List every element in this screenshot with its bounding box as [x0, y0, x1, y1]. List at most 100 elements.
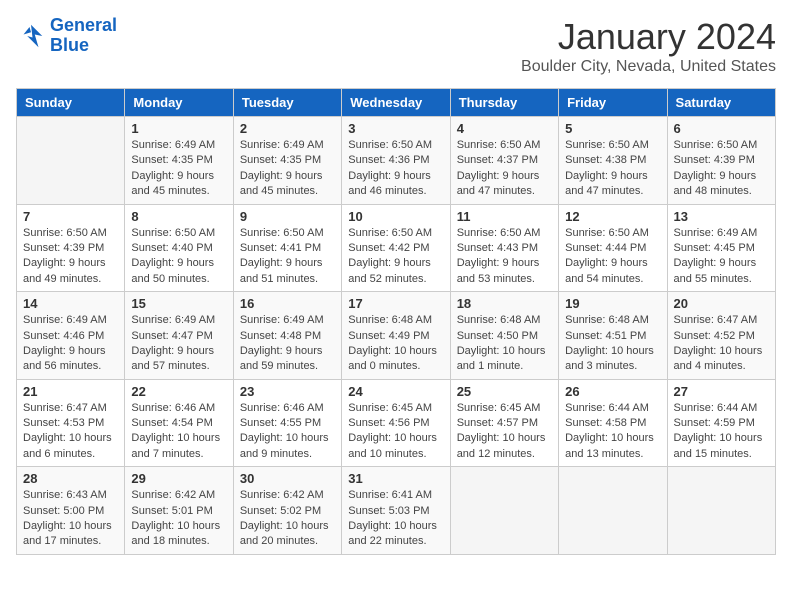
day-number: 18 — [457, 296, 552, 311]
day-info: Sunrise: 6:49 AM Sunset: 4:47 PM Dayligh… — [131, 313, 226, 375]
day-number: 21 — [23, 384, 118, 399]
day-info: Sunrise: 6:44 AM Sunset: 4:58 PM Dayligh… — [565, 401, 660, 463]
day-info: Sunrise: 6:43 AM Sunset: 5:00 PM Dayligh… — [23, 488, 118, 550]
day-info: Sunrise: 6:41 AM Sunset: 5:03 PM Dayligh… — [348, 488, 443, 550]
day-info: Sunrise: 6:50 AM Sunset: 4:41 PM Dayligh… — [240, 226, 335, 288]
day-number: 31 — [348, 471, 443, 486]
calendar-cell: 20 Sunrise: 6:47 AM Sunset: 4:52 PM Dayli… — [667, 292, 775, 380]
day-info: Sunrise: 6:49 AM Sunset: 4:45 PM Dayligh… — [674, 226, 769, 288]
calendar-cell: 24 Sunrise: 6:45 AM Sunset: 4:56 PM Dayli… — [342, 379, 450, 467]
day-info: Sunrise: 6:50 AM Sunset: 4:42 PM Dayligh… — [348, 226, 443, 288]
calendar-table: SundayMondayTuesdayWednesdayThursdayFrid… — [16, 88, 776, 555]
calendar-cell: 4 Sunrise: 6:50 AM Sunset: 4:37 PM Daylig… — [450, 117, 558, 205]
day-number: 24 — [348, 384, 443, 399]
day-number: 13 — [674, 209, 769, 224]
title-area: January 2024 Boulder City, Nevada, Unite… — [521, 16, 776, 76]
calendar-title: January 2024 — [521, 16, 776, 58]
calendar-cell: 3 Sunrise: 6:50 AM Sunset: 4:36 PM Daylig… — [342, 117, 450, 205]
day-info: Sunrise: 6:47 AM Sunset: 4:53 PM Dayligh… — [23, 401, 118, 463]
calendar-cell: 8Sunrise: 6:50 AM Sunset: 4:40 PM Daylig… — [125, 204, 233, 292]
calendar-cell: 17 Sunrise: 6:48 AM Sunset: 4:49 PM Dayli… — [342, 292, 450, 380]
calendar-week-row: 21 Sunrise: 6:47 AM Sunset: 4:53 PM Dayli… — [17, 379, 776, 467]
day-info: Sunrise: 6:48 AM Sunset: 4:50 PM Dayligh… — [457, 313, 552, 375]
day-number: 10 — [348, 209, 443, 224]
day-number: 15 — [131, 296, 226, 311]
day-number: 2 — [240, 121, 335, 136]
calendar-cell: 5 Sunrise: 6:50 AM Sunset: 4:38 PM Daylig… — [559, 117, 667, 205]
day-of-week-header: Wednesday — [342, 89, 450, 117]
calendar-cell: 18 Sunrise: 6:48 AM Sunset: 4:50 PM Dayli… — [450, 292, 558, 380]
day-number: 30 — [240, 471, 335, 486]
day-info: Sunrise: 6:45 AM Sunset: 4:57 PM Dayligh… — [457, 401, 552, 463]
calendar-cell: 14 Sunrise: 6:49 AM Sunset: 4:46 PM Dayli… — [17, 292, 125, 380]
logo-icon — [16, 21, 46, 51]
calendar-cell — [667, 467, 775, 555]
day-number: 4 — [457, 121, 552, 136]
day-info: Sunrise: 6:50 AM Sunset: 4:38 PM Dayligh… — [565, 138, 660, 200]
calendar-cell: 26 Sunrise: 6:44 AM Sunset: 4:58 PM Dayli… — [559, 379, 667, 467]
day-info: Sunrise: 6:49 AM Sunset: 4:35 PM Dayligh… — [240, 138, 335, 200]
calendar-week-row: 14 Sunrise: 6:49 AM Sunset: 4:46 PM Dayli… — [17, 292, 776, 380]
logo: General Blue — [16, 16, 117, 56]
day-info: Sunrise: 6:46 AM Sunset: 4:55 PM Dayligh… — [240, 401, 335, 463]
calendar-cell: 6Sunrise: 6:50 AM Sunset: 4:39 PM Daylig… — [667, 117, 775, 205]
day-number: 27 — [674, 384, 769, 399]
day-info: Sunrise: 6:47 AM Sunset: 4:52 PM Dayligh… — [674, 313, 769, 375]
calendar-week-row: 28 Sunrise: 6:43 AM Sunset: 5:00 PM Dayli… — [17, 467, 776, 555]
calendar-cell: 25Sunrise: 6:45 AM Sunset: 4:57 PM Dayli… — [450, 379, 558, 467]
day-info: Sunrise: 6:50 AM Sunset: 4:39 PM Dayligh… — [674, 138, 769, 200]
calendar-cell: 13 Sunrise: 6:49 AM Sunset: 4:45 PM Dayli… — [667, 204, 775, 292]
day-info: Sunrise: 6:48 AM Sunset: 4:49 PM Dayligh… — [348, 313, 443, 375]
day-number: 26 — [565, 384, 660, 399]
calendar-cell: 11 Sunrise: 6:50 AM Sunset: 4:43 PM Dayli… — [450, 204, 558, 292]
calendar-cell — [450, 467, 558, 555]
day-number: 3 — [348, 121, 443, 136]
day-number: 9 — [240, 209, 335, 224]
day-info: Sunrise: 6:48 AM Sunset: 4:51 PM Dayligh… — [565, 313, 660, 375]
calendar-cell: 31 Sunrise: 6:41 AM Sunset: 5:03 PM Dayli… — [342, 467, 450, 555]
calendar-cell: 19 Sunrise: 6:48 AM Sunset: 4:51 PM Dayli… — [559, 292, 667, 380]
calendar-cell: 29 Sunrise: 6:42 AM Sunset: 5:01 PM Dayli… — [125, 467, 233, 555]
day-number: 23 — [240, 384, 335, 399]
day-info: Sunrise: 6:49 AM Sunset: 4:48 PM Dayligh… — [240, 313, 335, 375]
calendar-cell: 16 Sunrise: 6:49 AM Sunset: 4:48 PM Dayli… — [233, 292, 341, 380]
day-of-week-header: Sunday — [17, 89, 125, 117]
calendar-cell: 7Sunrise: 6:50 AM Sunset: 4:39 PM Daylig… — [17, 204, 125, 292]
calendar-cell: 21 Sunrise: 6:47 AM Sunset: 4:53 PM Dayli… — [17, 379, 125, 467]
day-number: 28 — [23, 471, 118, 486]
day-info: Sunrise: 6:50 AM Sunset: 4:36 PM Dayligh… — [348, 138, 443, 200]
calendar-subtitle: Boulder City, Nevada, United States — [521, 58, 776, 76]
day-info: Sunrise: 6:49 AM Sunset: 4:35 PM Dayligh… — [131, 138, 226, 200]
day-number: 16 — [240, 296, 335, 311]
day-of-week-header: Thursday — [450, 89, 558, 117]
page-header: General Blue January 2024 Boulder City, … — [16, 16, 776, 76]
day-number: 5 — [565, 121, 660, 136]
day-number: 17 — [348, 296, 443, 311]
day-number: 8 — [131, 209, 226, 224]
day-info: Sunrise: 6:42 AM Sunset: 5:02 PM Dayligh… — [240, 488, 335, 550]
logo-text: General Blue — [50, 16, 117, 56]
calendar-cell: 22Sunrise: 6:46 AM Sunset: 4:54 PM Dayli… — [125, 379, 233, 467]
day-number: 11 — [457, 209, 552, 224]
day-info: Sunrise: 6:50 AM Sunset: 4:43 PM Dayligh… — [457, 226, 552, 288]
day-info: Sunrise: 6:50 AM Sunset: 4:39 PM Dayligh… — [23, 226, 118, 288]
calendar-header-row: SundayMondayTuesdayWednesdayThursdayFrid… — [17, 89, 776, 117]
day-number: 19 — [565, 296, 660, 311]
day-of-week-header: Monday — [125, 89, 233, 117]
day-info: Sunrise: 6:50 AM Sunset: 4:37 PM Dayligh… — [457, 138, 552, 200]
day-number: 29 — [131, 471, 226, 486]
day-number: 12 — [565, 209, 660, 224]
day-number: 22 — [131, 384, 226, 399]
calendar-cell — [559, 467, 667, 555]
day-number: 14 — [23, 296, 118, 311]
calendar-cell: 10 Sunrise: 6:50 AM Sunset: 4:42 PM Dayli… — [342, 204, 450, 292]
day-info: Sunrise: 6:49 AM Sunset: 4:46 PM Dayligh… — [23, 313, 118, 375]
calendar-body: 1Sunrise: 6:49 AM Sunset: 4:35 PM Daylig… — [17, 117, 776, 555]
calendar-cell: 2 Sunrise: 6:49 AM Sunset: 4:35 PM Daylig… — [233, 117, 341, 205]
day-of-week-header: Tuesday — [233, 89, 341, 117]
day-info: Sunrise: 6:45 AM Sunset: 4:56 PM Dayligh… — [348, 401, 443, 463]
day-info: Sunrise: 6:42 AM Sunset: 5:01 PM Dayligh… — [131, 488, 226, 550]
calendar-week-row: 7Sunrise: 6:50 AM Sunset: 4:39 PM Daylig… — [17, 204, 776, 292]
day-number: 20 — [674, 296, 769, 311]
calendar-cell: 23 Sunrise: 6:46 AM Sunset: 4:55 PM Dayli… — [233, 379, 341, 467]
